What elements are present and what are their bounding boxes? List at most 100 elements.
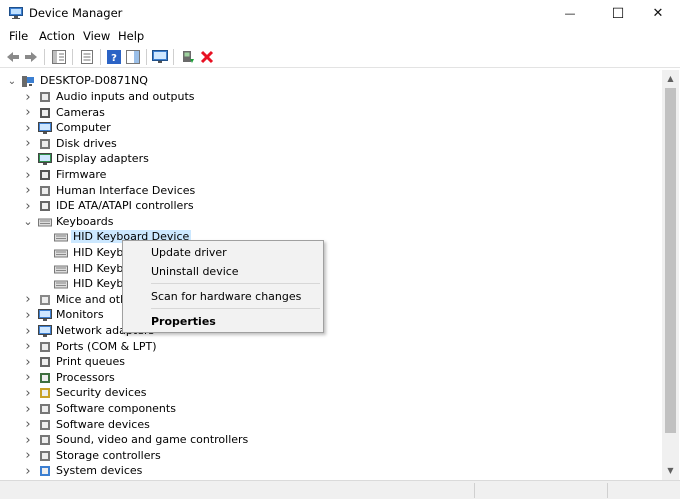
toolbar-separator: [146, 49, 147, 65]
chevron-right-icon[interactable]: ›: [23, 417, 33, 433]
menu-file[interactable]: File: [9, 29, 28, 43]
menu-scan-hardware[interactable]: Scan for hardware changes: [151, 290, 301, 303]
tree-category-cameras[interactable]: › Cameras: [0, 105, 662, 121]
speaker-icon: [40, 92, 50, 102]
chevron-right-icon[interactable]: ›: [23, 292, 33, 308]
chevron-right-icon[interactable]: ›: [23, 89, 33, 105]
show-hide-console-tree-button[interactable]: [51, 49, 67, 65]
tree-root-label: DESKTOP-D0871NQ: [40, 74, 148, 87]
menu-view[interactable]: View: [83, 29, 110, 43]
close-button[interactable]: ✕: [636, 0, 680, 27]
tree-category-human-interface-devices[interactable]: › Human Interface Devices: [0, 183, 662, 199]
menu-uninstall-device[interactable]: Uninstall device: [151, 265, 239, 278]
tree-category-software-components[interactable]: › Software components: [0, 401, 662, 417]
properties-button[interactable]: [79, 49, 95, 65]
tree-root[interactable]: ⌄ DESKTOP-D0871NQ: [0, 73, 662, 89]
chevron-right-icon[interactable]: ›: [23, 183, 33, 199]
chevron-down-icon[interactable]: ⌄: [23, 214, 33, 230]
toolbar-separator: [100, 49, 101, 65]
tree-category-firmware[interactable]: › Firmware: [0, 167, 662, 183]
sound-icon: [40, 435, 50, 446]
chevron-right-icon[interactable]: ›: [23, 198, 33, 214]
device-manager-icon: [9, 7, 23, 19]
toolbar-separator: [173, 49, 174, 65]
tree-category-computer[interactable]: › Computer: [0, 120, 662, 136]
action-pane-button[interactable]: [125, 49, 141, 65]
chevron-right-icon[interactable]: ›: [23, 370, 33, 386]
tree-category-software-devices[interactable]: › Software devices: [0, 417, 662, 433]
tree-category-keyboards[interactable]: ⌄ Keyboards: [0, 214, 662, 230]
back-button[interactable]: [5, 49, 21, 65]
device-tree: ⌄ DESKTOP-D0871NQ › Audio inputs and outp…: [0, 70, 662, 480]
keyboard-icon: [38, 218, 52, 227]
tree-category-ide-ata-atapi-controllers[interactable]: › IDE ATA/ATAPI controllers: [0, 198, 662, 214]
chevron-right-icon[interactable]: ›: [23, 120, 33, 136]
chevron-right-icon[interactable]: ›: [23, 354, 33, 370]
tree-category-disk-drives[interactable]: › Disk drives: [0, 136, 662, 152]
scan-hardware-button[interactable]: [152, 49, 168, 65]
tree-device-hid-keyboard[interactable]: HID Keybo: [0, 245, 662, 261]
uninstall-button[interactable]: [199, 49, 215, 65]
arrow-up-icon: ▲: [667, 73, 674, 83]
chevron-down-icon[interactable]: ⌄: [7, 73, 17, 89]
chevron-right-icon[interactable]: ›: [23, 151, 33, 167]
properties-sheet-icon: [81, 50, 93, 64]
tree-category-human-interface-devices-label: Human Interface Devices: [56, 183, 196, 197]
help-icon: ?: [107, 50, 121, 64]
tree-category-monitors[interactable]: › Monitors: [0, 307, 662, 323]
forward-button[interactable]: [23, 49, 39, 65]
tree-category-display-adapters[interactable]: › Display adapters: [0, 151, 662, 167]
security-device-icon: [40, 388, 50, 399]
chevron-right-icon[interactable]: ›: [23, 463, 33, 479]
chevron-right-icon[interactable]: ›: [23, 323, 33, 339]
status-divider: [474, 483, 475, 498]
tree-category-system-devices[interactable]: › System devices: [0, 463, 662, 479]
tree-device-hid-keyboard[interactable]: HID Keybo: [0, 261, 662, 277]
tree-device-hid-keyboard[interactable]: HID Keybo: [0, 276, 662, 292]
menu-bar: File Action View Help: [0, 27, 680, 46]
add-driver-button[interactable]: [180, 49, 196, 65]
menu-help[interactable]: Help: [118, 29, 144, 43]
tree-category-ports-com-lpt[interactable]: › Ports (COM & LPT): [0, 339, 662, 355]
chevron-right-icon[interactable]: ›: [23, 136, 33, 152]
chevron-right-icon[interactable]: ›: [23, 385, 33, 401]
printer-icon: [40, 357, 50, 368]
toolbar: ?: [0, 46, 680, 68]
tree-category-sound-video-and-game-controllers-label: Sound, video and game controllers: [56, 433, 249, 447]
system-device-icon: [40, 466, 50, 477]
chevron-right-icon[interactable]: ›: [23, 401, 33, 417]
hid-keyboard-icon: [54, 280, 68, 289]
chevron-right-icon[interactable]: ›: [23, 307, 33, 323]
scroll-down-button[interactable]: ▼: [662, 462, 679, 478]
chevron-right-icon[interactable]: ›: [23, 432, 33, 448]
minimize-button[interactable]: —: [548, 0, 592, 27]
maximize-button[interactable]: ☐: [596, 0, 640, 27]
scroll-up-button[interactable]: ▲: [662, 70, 679, 86]
tree-category-sound-video-and-game-controllers[interactable]: › Sound, video and game controllers: [0, 432, 662, 448]
tree-category-display-adapters-label: Display adapters: [56, 152, 149, 166]
vertical-scrollbar[interactable]: ▲ ▼: [662, 70, 679, 480]
help-button[interactable]: ?: [106, 49, 122, 65]
tree-category-monitors-label: Monitors: [56, 308, 104, 322]
chevron-right-icon[interactable]: ›: [23, 105, 33, 121]
menu-update-driver[interactable]: Update driver: [151, 246, 227, 259]
tree-category-storage-controllers[interactable]: › Storage controllers: [0, 448, 662, 464]
scrollbar-thumb[interactable]: [665, 88, 676, 433]
context-menu: Update driver Uninstall device Scan for …: [122, 240, 324, 333]
tree-category-network-adapters[interactable]: › Network adapters: [0, 323, 662, 339]
menu-properties[interactable]: Properties: [151, 315, 216, 328]
chevron-right-icon[interactable]: ›: [23, 448, 33, 464]
chevron-right-icon[interactable]: ›: [23, 167, 33, 183]
tree-category-mice-and-othe[interactable]: › Mice and othe: [0, 292, 662, 308]
tree-category-print-queues[interactable]: › Print queues: [0, 354, 662, 370]
tree-category-audio-inputs-and-outputs[interactable]: › Audio inputs and outputs: [0, 89, 662, 105]
menu-action[interactable]: Action: [39, 29, 75, 43]
chevron-right-icon[interactable]: ›: [23, 339, 33, 355]
tree-category-ide-ata-atapi-controllers-label: IDE ATA/ATAPI controllers: [56, 199, 194, 213]
show-hide-console-tree-icon: [52, 50, 66, 64]
camera-icon: [40, 107, 50, 118]
tree-device-hid-keyboard[interactable]: HID Keyboard Device: [0, 229, 662, 245]
tree-category-disk-drives-label: Disk drives: [56, 136, 117, 150]
tree-category-processors[interactable]: › Processors: [0, 370, 662, 386]
tree-category-security-devices[interactable]: › Security devices: [0, 385, 662, 401]
